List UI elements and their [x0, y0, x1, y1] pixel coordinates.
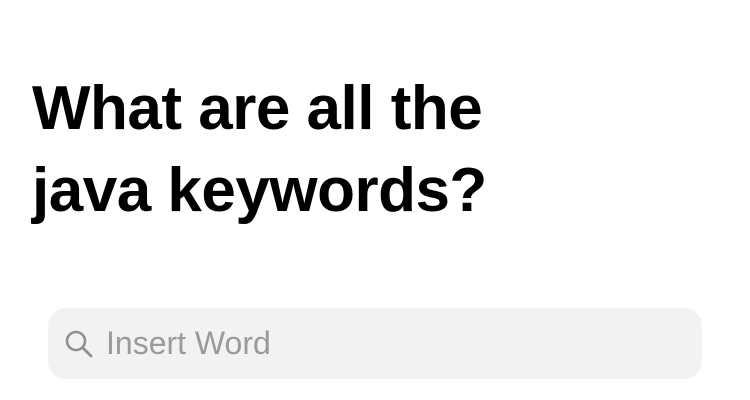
- page-title: What are all the java keywords?: [32, 68, 592, 232]
- search-bar[interactable]: [48, 308, 702, 379]
- search-icon: [64, 329, 94, 359]
- search-input[interactable]: [106, 321, 702, 366]
- page-title-line-1: What are all the: [32, 74, 483, 143]
- page-title-line-2: java keywords?: [32, 156, 487, 225]
